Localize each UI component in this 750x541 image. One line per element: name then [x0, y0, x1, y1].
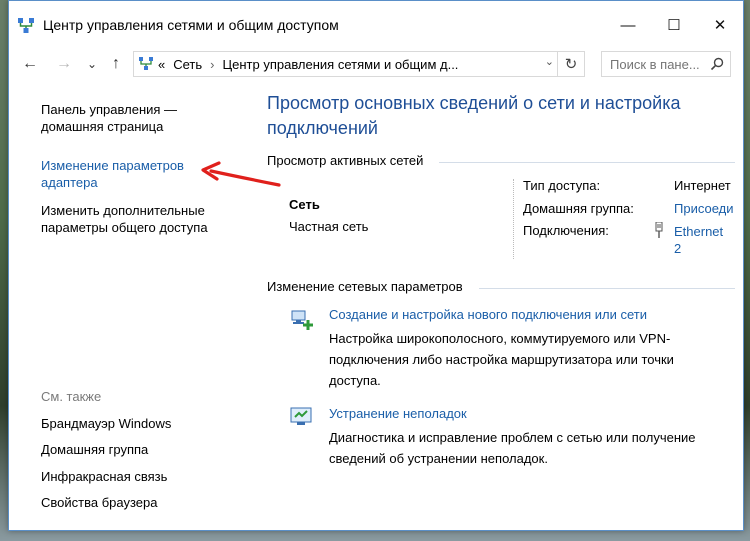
search-icon — [710, 57, 724, 71]
breadcrumb-item-network-center[interactable]: Центр управления сетями и общим д... — [223, 57, 459, 72]
chevron-down-icon: ⌄ — [86, 57, 98, 71]
connections-label: Подключения: — [523, 223, 609, 238]
sidebar-link-control-panel-home[interactable]: Панель управления — домашняя страница — [41, 101, 177, 135]
search-box[interactable] — [601, 51, 731, 77]
network-type: Частная сеть — [289, 219, 369, 234]
breadcrumb: « Сеть › Центр управления сетями и общим… — [158, 57, 458, 72]
ethernet-connection-link[interactable]: Ethernet 2 — [674, 223, 723, 257]
refresh-icon: ↻ — [564, 56, 578, 73]
up-arrow-icon: ↑ — [112, 55, 120, 72]
network-center-icon — [18, 18, 34, 33]
homegroup-label: Домашняя группа: — [523, 201, 634, 216]
sidebar-link-advanced-sharing[interactable]: Изменить дополнительные параметры общего… — [41, 202, 208, 236]
troubleshoot-link[interactable]: Устранение неполадок — [329, 406, 467, 421]
forward-arrow-icon: → — [56, 55, 72, 72]
page-title: Просмотр основных сведений о сети и наст… — [267, 93, 681, 138]
troubleshoot-icon — [290, 407, 312, 425]
homegroup-join-link[interactable]: Присоеди — [674, 201, 734, 216]
window-title: Центр управления сетями и общим доступом — [43, 17, 339, 33]
change-settings-heading: Изменение сетевых параметров — [267, 279, 463, 294]
sidebar-link-infrared[interactable]: Инфракрасная связь — [41, 468, 167, 485]
network-center-icon — [139, 57, 153, 70]
new-connection-description: Настройка широкополосного, коммутируемог… — [329, 331, 674, 388]
back-arrow-icon: ← — [22, 55, 38, 72]
troubleshoot-description: Диагностика и исправление проблем с сеть… — [329, 430, 696, 466]
section-divider — [479, 288, 735, 289]
title-bar: Центр управления сетями и общим доступом… — [9, 1, 743, 49]
network-center-window: Центр управления сетями и общим доступом… — [8, 0, 744, 531]
refresh-button[interactable]: ↻ — [557, 52, 584, 76]
breadcrumb-overflow[interactable]: « — [158, 57, 165, 72]
minimize-button[interactable]: — — [605, 1, 651, 49]
new-connection-icon — [291, 310, 313, 330]
active-networks-heading: Просмотр активных сетей — [267, 153, 424, 168]
new-connection-link[interactable]: Создание и настройка нового подключения … — [329, 307, 647, 322]
maximize-button[interactable]: ☐ — [651, 1, 697, 49]
sidebar: Панель управления — домашняя страница Из… — [9, 81, 249, 530]
maximize-icon: ☐ — [667, 17, 681, 34]
close-icon: ✕ — [713, 17, 727, 34]
access-type-label: Тип доступа: — [523, 178, 601, 193]
section-divider — [439, 162, 735, 163]
sidebar-link-internet-options[interactable]: Свойства браузера — [41, 494, 157, 511]
minimize-icon: — — [620, 16, 636, 34]
address-dropdown-icon[interactable]: ⌄ — [545, 55, 554, 68]
up-button[interactable]: ↑ — [105, 53, 127, 75]
breadcrumb-item-network[interactable]: Сеть — [173, 57, 202, 72]
address-bar: ← → ⌄ ↑ « Сеть › Центр управления сетями… — [9, 49, 743, 81]
back-button[interactable]: ← — [19, 53, 41, 75]
forward-button[interactable]: → — [53, 53, 75, 75]
recent-locations-button[interactable]: ⌄ — [81, 53, 103, 75]
search-input[interactable] — [608, 56, 708, 73]
close-button[interactable]: ✕ — [697, 1, 743, 49]
vertical-divider — [513, 179, 515, 259]
breadcrumb-separator-icon[interactable]: › — [210, 57, 214, 72]
ethernet-icon — [655, 222, 663, 238]
sidebar-link-firewall[interactable]: Брандмауэр Windows — [41, 415, 171, 432]
network-name: Сеть — [289, 197, 320, 212]
sidebar-link-change-adapter-settings[interactable]: Изменение параметров адаптера — [41, 157, 184, 191]
see-also-heading: См. также — [41, 389, 102, 404]
main-content: Просмотр основных сведений о сети и наст… — [249, 81, 743, 530]
sidebar-link-homegroup[interactable]: Домашняя группа — [41, 441, 148, 458]
address-path-box[interactable]: « Сеть › Центр управления сетями и общим… — [133, 51, 585, 77]
access-type-value: Интернет — [674, 178, 731, 193]
